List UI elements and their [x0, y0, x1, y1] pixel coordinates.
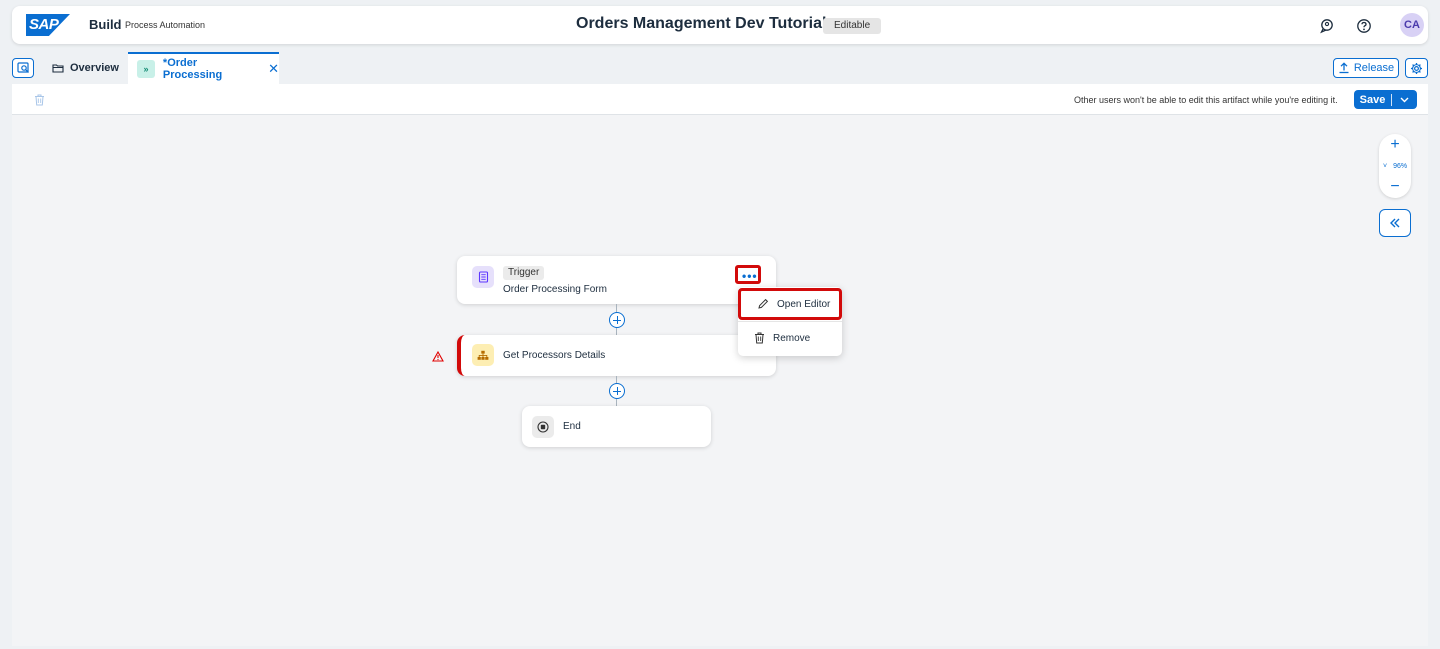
sap-logo[interactable]: SAP	[26, 14, 70, 36]
stop-icon	[532, 416, 554, 438]
feedback-icon[interactable]	[1319, 18, 1335, 34]
zoom-out-button[interactable]: −	[1379, 178, 1411, 196]
remove-label: Remove	[773, 332, 811, 344]
release-button[interactable]: Release	[1333, 58, 1399, 78]
tab-order-processing-label: *Order Processing	[162, 57, 223, 81]
add-step-button[interactable]	[609, 383, 625, 399]
pencil-icon	[758, 298, 769, 309]
chevron-down-icon: ˅	[1383, 163, 1388, 170]
node-context-menu: Open Editor Remove	[738, 287, 842, 356]
tab-overview-label: Overview	[70, 62, 119, 74]
product-name: Build	[89, 17, 122, 32]
settings-button[interactable]	[1405, 58, 1428, 78]
delete-icon[interactable]	[34, 93, 45, 111]
search-artifacts-button[interactable]	[12, 58, 34, 78]
trigger-more-button[interactable]: •••	[735, 265, 761, 284]
trash-icon	[755, 332, 764, 344]
action-title: Get Processors Details	[503, 350, 606, 361]
save-label: Save	[1359, 93, 1386, 106]
gear-icon	[1410, 62, 1423, 74]
collapse-panel-button[interactable]	[1379, 209, 1411, 237]
chevron-down-icon[interactable]	[1392, 97, 1417, 103]
user-avatar[interactable]: CA	[1400, 13, 1424, 37]
editable-badge: Editable	[823, 18, 882, 34]
editor-toolbar: Other users won't be able to edit this a…	[12, 84, 1428, 115]
warning-icon[interactable]	[432, 349, 444, 367]
folder-icon	[52, 64, 64, 73]
add-step-button[interactable]	[609, 312, 625, 328]
upload-icon	[1339, 62, 1349, 74]
end-title: End	[563, 421, 581, 432]
open-editor-label: Open Editor	[777, 298, 831, 310]
process-icon: »	[137, 60, 155, 78]
edit-lock-message: Other users won't be able to edit this a…	[1074, 95, 1338, 105]
close-tab-icon[interactable]: ✕	[268, 61, 279, 77]
project-title: Orders Management Dev Tutorial	[576, 15, 827, 32]
trigger-badge: Trigger	[503, 266, 545, 280]
remove-menu-item[interactable]: Remove	[738, 322, 842, 354]
zoom-level[interactable]: ˅ 96%	[1383, 163, 1407, 170]
process-canvas[interactable]: + ˅ 96% − Trigger Order Processing Form •…	[12, 115, 1428, 646]
hierarchy-icon	[472, 344, 494, 366]
tab-order-processing[interactable]: » *Order Processing ✕	[128, 52, 279, 84]
more-icon: •••	[742, 269, 758, 283]
form-icon	[472, 266, 494, 288]
shell-bar: SAP Build Process Automation Orders Mana…	[12, 6, 1428, 44]
double-chevron-left-icon	[1390, 218, 1400, 228]
action-node[interactable]: Get Processors Details	[457, 335, 776, 376]
zoom-control: + ˅ 96% −	[1379, 134, 1411, 198]
help-icon[interactable]	[1356, 18, 1372, 34]
trigger-node[interactable]: Trigger Order Processing Form •••	[457, 256, 776, 304]
product-subtitle: Process Automation	[125, 20, 206, 30]
artifact-search-icon	[16, 62, 29, 73]
open-editor-menu-item[interactable]: Open Editor	[738, 288, 842, 320]
zoom-in-button[interactable]: +	[1379, 136, 1411, 154]
release-label: Release	[1353, 62, 1395, 74]
end-node[interactable]: End	[522, 406, 711, 447]
trigger-title: Order Processing Form	[503, 284, 607, 295]
save-button[interactable]: Save	[1354, 90, 1417, 109]
tab-overview[interactable]: Overview	[50, 52, 119, 84]
tab-row: Overview » *Order Processing ✕ Release	[12, 52, 1428, 84]
